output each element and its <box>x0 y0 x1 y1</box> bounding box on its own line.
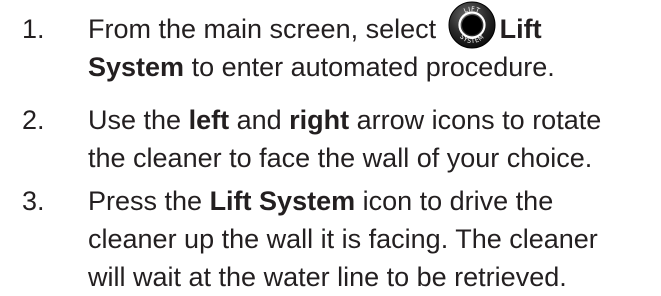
step-bold-text: Lift System <box>209 186 356 216</box>
step-line: From the main screen, select LIFT SYSTEM… <box>88 1 658 49</box>
step-bold-text: right <box>289 105 350 135</box>
lift-system-icon: LIFT SYSTEM <box>448 1 496 49</box>
step-line: cleaner up the wall it is facing. The cl… <box>88 224 598 254</box>
step-text-segment: to enter automated procedure. <box>184 52 555 82</box>
step-text: Use the left and right arrow icons to ro… <box>88 101 658 177</box>
step-line: will wait at the water line to be retrie… <box>88 262 567 292</box>
step-text-segment: Use the <box>88 105 189 135</box>
step-number: 1. <box>22 14 45 44</box>
step-text-segment: icon to drive the <box>355 186 554 216</box>
step-bold-text: left <box>188 105 230 135</box>
step-line: Use the left and right arrow icons to ro… <box>88 101 658 139</box>
step-bold-text: System <box>88 52 185 82</box>
instruction-steps: 1. From the main screen, select LIFT SYS… <box>0 0 661 296</box>
step-text: From the main screen, select LIFT SYSTEM… <box>88 1 658 86</box>
step-text-segment: From the main screen, select <box>88 14 444 44</box>
step-text-segment: and <box>229 105 290 135</box>
step-line: the cleaner to face the wall of your cho… <box>88 143 593 173</box>
step-text-segment: arrow icons to rotate <box>349 105 602 135</box>
step-line: System to enter automated procedure. <box>88 48 658 86</box>
step-line: Press the Lift System icon to drive the <box>88 182 658 220</box>
step-number: 2. <box>22 105 45 135</box>
step-text: Press the Lift System icon to drive the … <box>88 182 658 296</box>
step-number: 3. <box>22 186 45 216</box>
step-bold-text: Lift <box>499 14 542 44</box>
step-text-segment: Press the <box>88 186 210 216</box>
